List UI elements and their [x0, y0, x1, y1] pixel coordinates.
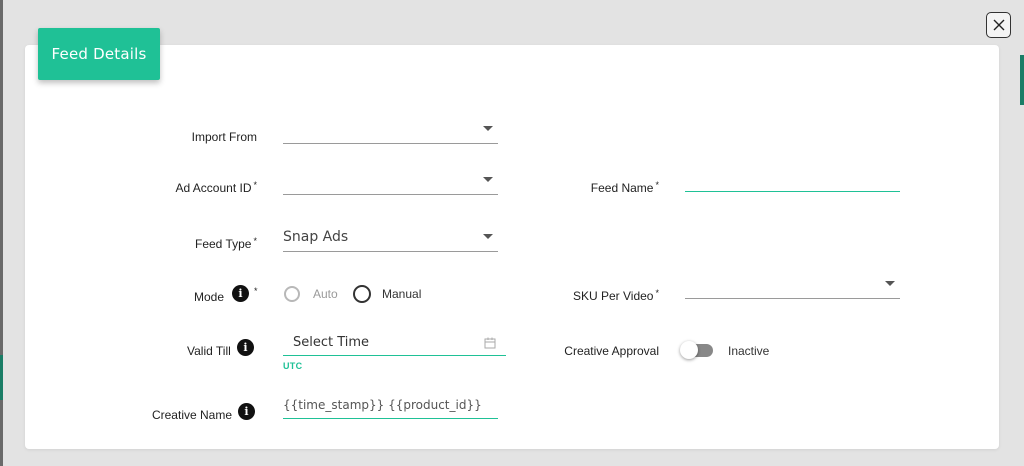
sku-per-video-label: SKU Per Video *: [572, 288, 659, 303]
creative-approval-state: Inactive: [728, 344, 770, 358]
info-icon[interactable]: i: [232, 285, 249, 302]
mode-label: Mode: [194, 290, 225, 304]
background-left-accent: [0, 355, 3, 400]
chevron-down-icon: [483, 126, 493, 131]
creative-name-input[interactable]: {{time_stamp}} {{product_id}}: [283, 393, 498, 419]
mode-auto-label: Auto: [313, 287, 338, 301]
mode-manual-radio[interactable]: [353, 285, 371, 303]
ad-account-id-select[interactable]: [283, 168, 498, 195]
feed-details-modal: [25, 45, 999, 449]
feed-name-label: Feed Name *: [590, 180, 659, 195]
mode-required-mark: *: [254, 286, 258, 296]
feed-type-label: Feed Type *: [195, 236, 257, 251]
sku-per-video-select[interactable]: [685, 272, 900, 299]
modal-title-tab: Feed Details: [38, 28, 160, 80]
mode-auto-radio[interactable]: [284, 286, 300, 302]
creative-approval-label: Creative Approval: [564, 344, 659, 358]
close-icon: [993, 19, 1005, 31]
creative-name-label: Creative Name: [151, 408, 232, 422]
info-icon[interactable]: i: [237, 339, 254, 356]
chevron-down-icon: [885, 281, 895, 286]
close-button[interactable]: [986, 12, 1011, 38]
chevron-down-icon: [483, 234, 493, 239]
import-from-label: Import From: [191, 130, 257, 144]
chevron-down-icon: [483, 177, 493, 182]
info-icon[interactable]: i: [238, 403, 255, 420]
calendar-icon[interactable]: [484, 337, 496, 349]
valid-till-label: Valid Till: [187, 344, 231, 358]
utc-note: UTC: [283, 361, 303, 371]
feed-name-input[interactable]: [685, 170, 900, 192]
feed-type-select[interactable]: Snap Ads: [283, 225, 498, 252]
import-from-select[interactable]: [283, 117, 498, 144]
toggle-knob[interactable]: [680, 341, 698, 359]
valid-till-input[interactable]: Select Time: [283, 330, 506, 356]
mode-manual-label: Manual: [382, 287, 422, 301]
ad-account-id-label: Ad Account ID *: [175, 180, 257, 195]
background-right-accent: [1020, 55, 1024, 105]
